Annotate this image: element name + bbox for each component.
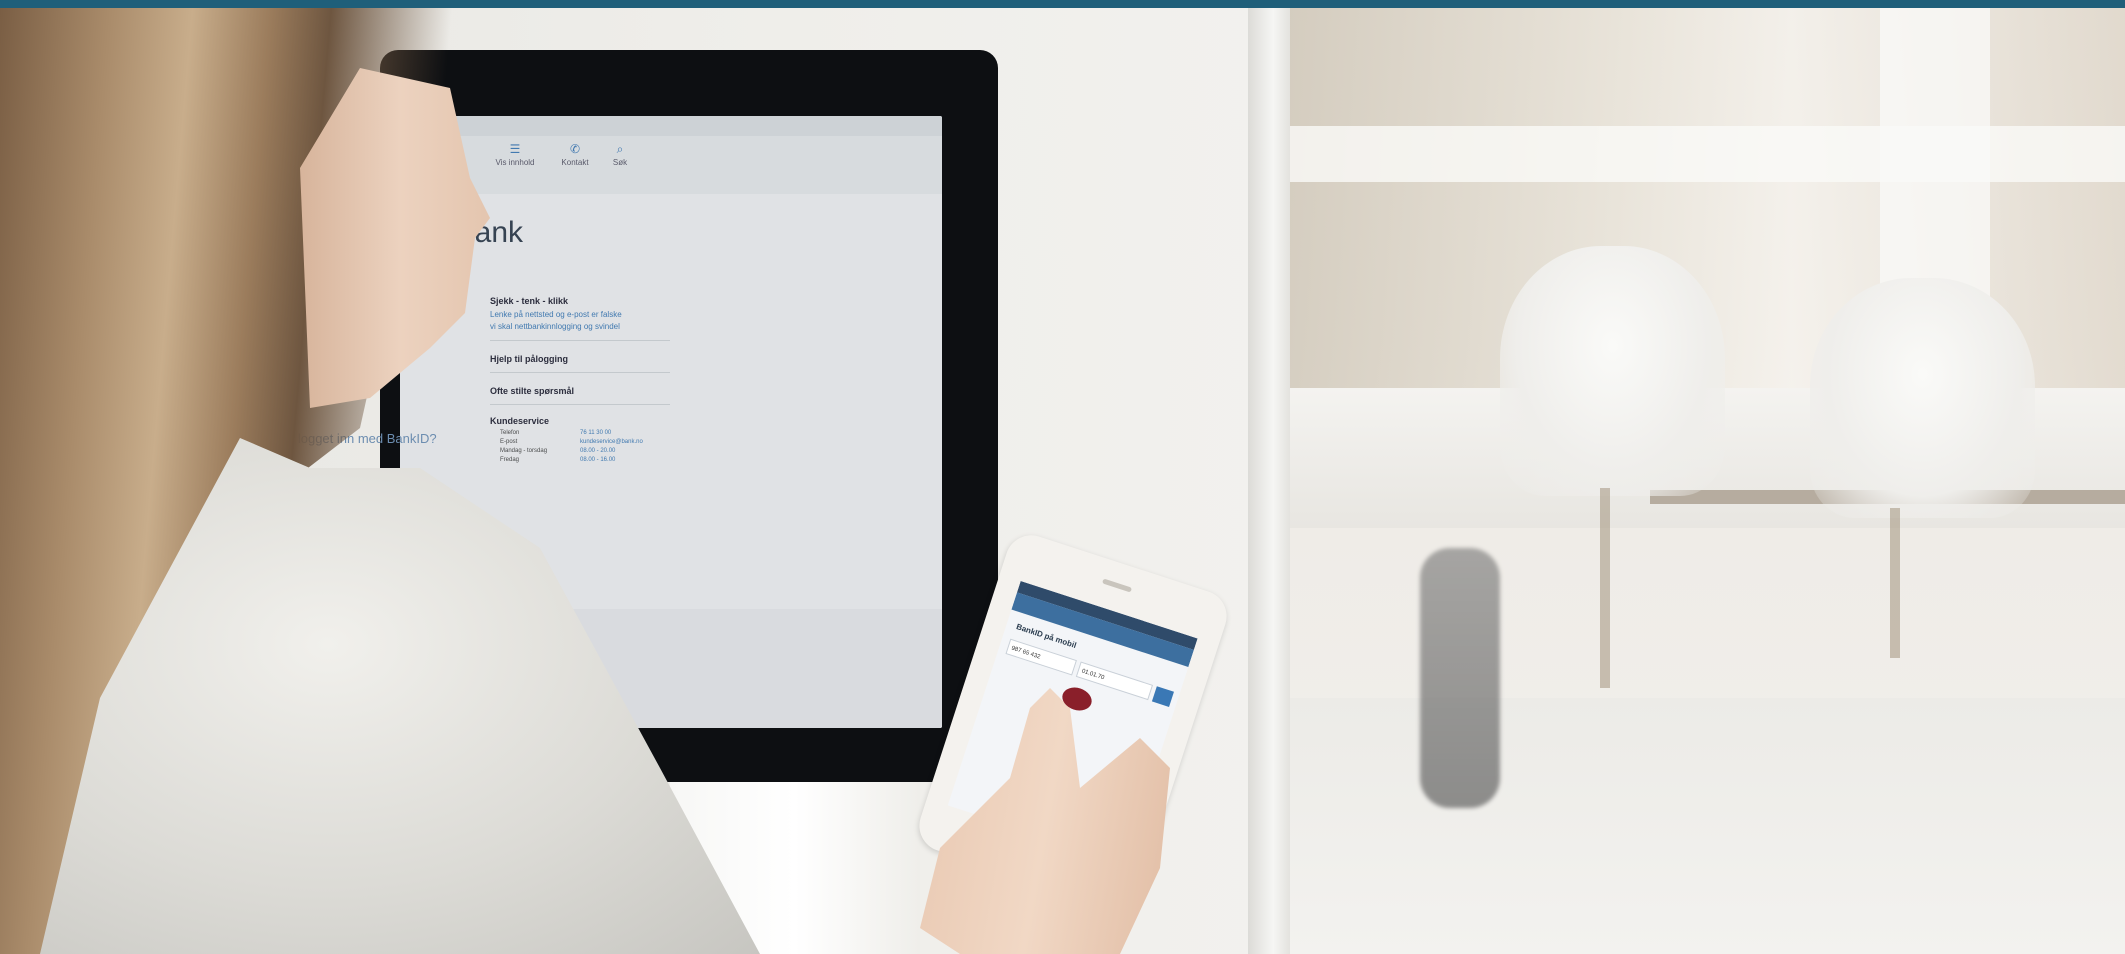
blanket [1420, 548, 1500, 808]
phone-submit-button[interactable] [1151, 686, 1174, 707]
chair [1810, 278, 2035, 518]
door-frame [1248, 8, 1290, 954]
top-accent-bar [0, 0, 2125, 8]
phone-speaker [1101, 578, 1133, 593]
chair-leg [1600, 488, 1610, 688]
chair [1500, 246, 1725, 496]
floor [1290, 698, 2125, 954]
photo-scene: ☰ Vis innhold ✆ Kontakt ⌕ Søk bank Sjekk… [0, 8, 2125, 954]
window-mullion [1290, 126, 2125, 182]
chair-leg [1890, 508, 1900, 658]
